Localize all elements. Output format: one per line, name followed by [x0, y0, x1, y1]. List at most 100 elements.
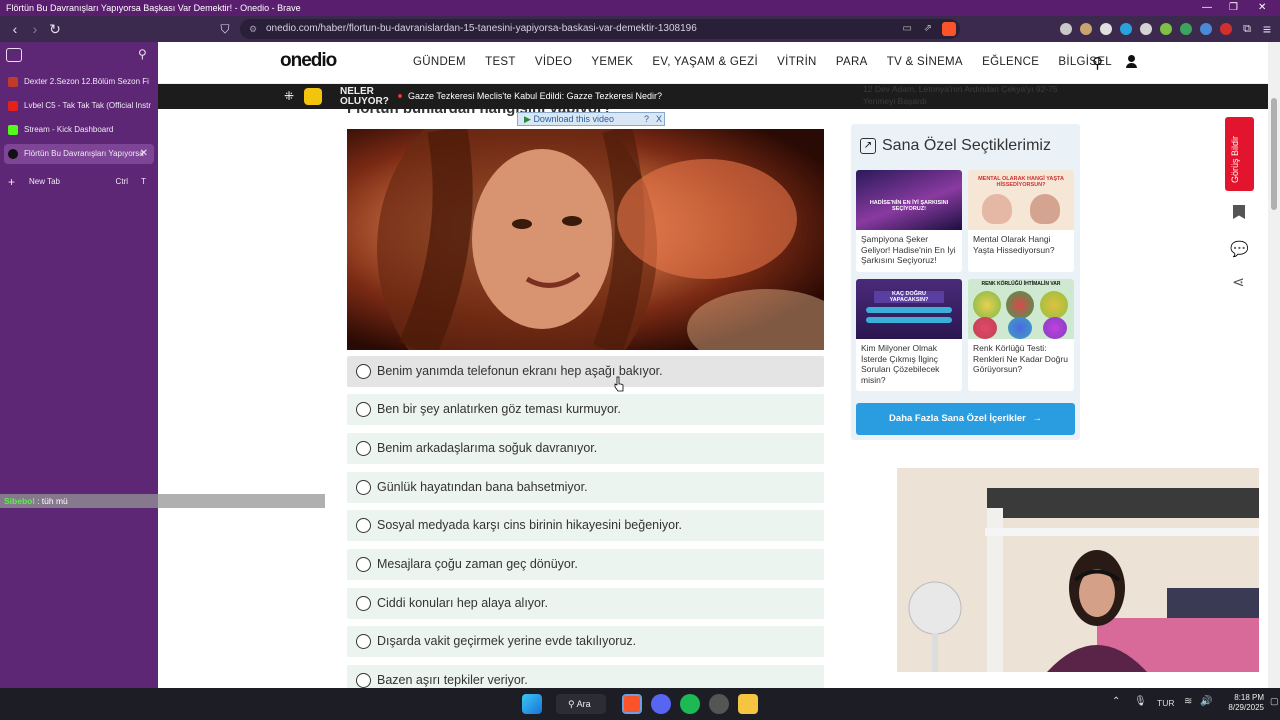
quiz-option[interactable]: Benim arkadaşlarıma soğuk davranıyor.	[347, 433, 824, 464]
share-icon[interactable]: ⋖	[1232, 273, 1245, 291]
recommendation-card[interactable]: HADİSE'NİN EN İYİ ŞARKISINI SEÇİYORUZ! Ş…	[856, 170, 962, 272]
spotify-icon[interactable]	[680, 694, 700, 714]
taskbar-search[interactable]: ⚲ Ara	[556, 694, 606, 714]
bookmark-save-icon[interactable]	[1233, 205, 1245, 219]
clock[interactable]: 8:18 PM 8/29/2025	[1220, 693, 1264, 713]
radio-button[interactable]	[356, 557, 371, 572]
forward-icon[interactable]: ›	[26, 20, 44, 38]
windows-start-icon[interactable]	[522, 694, 542, 714]
tab-favicon	[8, 77, 18, 87]
option-label: Ciddi konuları hep alaya alıyor.	[377, 596, 548, 610]
nav-tv-sinema[interactable]: TV & SİNEMA	[887, 56, 963, 68]
close-tab-icon[interactable]: ✕	[140, 144, 148, 164]
onedio-logo[interactable]: onedio	[280, 50, 337, 72]
nav-bilgisel[interactable]: BİLGİSEL	[1058, 56, 1112, 68]
new-tab-button[interactable]: + New Tab Ctrl T	[4, 172, 154, 192]
maximize-button[interactable]: ❐	[1229, 0, 1238, 16]
help-button[interactable]: ?	[644, 113, 649, 125]
obs-icon[interactable]	[709, 694, 729, 714]
close-window-button[interactable]: ✕	[1258, 0, 1266, 16]
card-thumbnail: RENK KÖRLÜĞÜ İHTİMALİN VAR	[968, 279, 1074, 339]
quiz-option[interactable]: Ben bir şey anlatırken göz teması kurmuy…	[347, 394, 824, 425]
reload-icon[interactable]: ↻	[46, 20, 64, 38]
scrollbar-thumb[interactable]	[1271, 98, 1277, 210]
extension-icon[interactable]	[1120, 23, 1132, 35]
quiz-option[interactable]: Günlük hayatından bana bahsetmiyor.	[347, 472, 824, 503]
microphone-icon[interactable]: 🎙	[1134, 696, 1147, 707]
more-content-button[interactable]: Daha Fazla Sana Özel İçerikler →	[856, 403, 1075, 435]
tab-search-icon[interactable]: ⚲	[138, 47, 147, 61]
radio-button[interactable]	[356, 518, 371, 533]
language-indicator[interactable]: TUR	[1157, 698, 1174, 708]
nav-yemek[interactable]: YEMEK	[591, 56, 633, 68]
chevron-up-icon[interactable]: ⌃	[1112, 696, 1120, 707]
user-icon[interactable]	[1126, 55, 1137, 68]
download-video-label[interactable]: Download this video	[533, 114, 614, 124]
extension-icon[interactable]	[1180, 23, 1192, 35]
webcam-overlay	[897, 468, 1259, 672]
extension-icon[interactable]	[1140, 23, 1152, 35]
quiz-option[interactable]: Mesajlara çoğu zaman geç dönüyor.	[347, 549, 824, 580]
feedback-button[interactable]: Görüş Bildir	[1225, 117, 1254, 191]
extension-icon[interactable]	[1080, 23, 1092, 35]
cast-icon[interactable]: ▭	[903, 19, 912, 39]
radio-button[interactable]	[356, 634, 371, 649]
site-info-icon[interactable]: ⚙	[249, 19, 257, 39]
video-download-overlay[interactable]: ▶ Download this video ? X	[517, 112, 665, 126]
radio-button[interactable]	[356, 364, 371, 379]
volume-icon[interactable]: 🔊	[1200, 696, 1212, 707]
address-bar[interactable]: ⚙ onedio.com/haber/flortun-bu-davranisla…	[240, 19, 960, 39]
page-scrollbar[interactable]	[1268, 42, 1280, 688]
window-title: Flörtün Bu Davranışları Yapıyorsa Başkas…	[6, 3, 301, 13]
ticker-headline[interactable]: Gazze Tezkeresi Meclis'te Kabul Edildi: …	[408, 91, 662, 101]
recommendation-card[interactable]: MENTAL OLARAK HANGİ YAŞTA HİSSEDİYORSUN?…	[968, 170, 1074, 272]
tab-item[interactable]: Stream - Kick Dashboard	[4, 120, 154, 140]
recommendation-card[interactable]: RENK KÖRLÜĞÜ İHTİMALİN VAR Renk Körlüğü …	[968, 279, 1074, 391]
comments-icon[interactable]: 💬	[1230, 240, 1249, 258]
nav-eglence[interactable]: EĞLENCE	[982, 56, 1039, 68]
quiz-option[interactable]: Dışarda vakit geçirmek yerine evde takıl…	[347, 626, 824, 657]
quiz-option[interactable]: Sosyal medyada karşı cins birinin hikaye…	[347, 510, 824, 541]
discord-icon[interactable]	[651, 694, 671, 714]
tab-item[interactable]: Lvbel C5 - Tak Tak Tak (Official Instr	[4, 96, 154, 116]
minimize-button[interactable]: —	[1202, 0, 1212, 16]
sidebar-toggle-icon[interactable]	[6, 48, 22, 62]
brave-taskbar-icon[interactable]	[622, 694, 642, 714]
radio-button[interactable]	[356, 596, 371, 611]
tab-item[interactable]: Dexter 2.Sezon 12.Bölüm Sezon Fi	[4, 72, 154, 92]
extension-icon[interactable]	[1160, 23, 1172, 35]
file-explorer-icon[interactable]	[738, 694, 758, 714]
close-overlay-button[interactable]: X	[656, 113, 662, 125]
nav-test[interactable]: TEST	[485, 56, 516, 68]
notification-icon[interactable]: ▢	[1270, 696, 1279, 707]
trending-headline[interactable]: 12 Dev Adam, Letonya'nın Ardından Çekya'…	[863, 83, 1083, 107]
search-icon[interactable]: ⚲	[1092, 54, 1103, 72]
radio-button[interactable]	[356, 480, 371, 495]
radio-button[interactable]	[356, 673, 371, 688]
quiz-option[interactable]: Bazen aşırı tepkiler veriyor.	[347, 665, 824, 688]
quiz-option[interactable]: Ciddi konuları hep alaya alıyor.	[347, 588, 824, 619]
nav-video[interactable]: VİDEO	[535, 56, 572, 68]
menu-icon[interactable]: ≡	[1258, 20, 1276, 38]
extension-icon[interactable]	[1220, 23, 1232, 35]
tab-item-active[interactable]: Flörtün Bu Davranışları Yapıyorsa ✕	[4, 144, 154, 164]
url-text: onedio.com/haber/flortun-bu-davranislard…	[266, 23, 697, 34]
nav-ev-yasam-gezi[interactable]: EV, YAŞAM & GEZİ	[652, 56, 758, 68]
nav-vitrin[interactable]: VİTRİN	[777, 56, 817, 68]
extension-icon[interactable]	[1200, 23, 1212, 35]
extension-icon[interactable]	[1100, 23, 1112, 35]
brave-shields-icon[interactable]	[942, 22, 956, 36]
recommendation-card[interactable]: KAÇ DOĞRU YAPACAKSIN? Kim Milyoner Olmak…	[856, 279, 962, 391]
extension-icon[interactable]	[1060, 23, 1072, 35]
radio-button[interactable]	[356, 441, 371, 456]
radio-button[interactable]	[356, 402, 371, 417]
nav-gundem[interactable]: GÜNDEM	[413, 56, 466, 68]
share-icon[interactable]: ⇗	[924, 19, 932, 39]
wifi-icon[interactable]: ≋	[1184, 696, 1192, 707]
extensions-puzzle-icon[interactable]: ⧉	[1238, 20, 1256, 38]
bookmark-icon[interactable]: ⛉	[216, 20, 234, 38]
grid-icon[interactable]: ⁜	[284, 89, 294, 103]
nav-para[interactable]: PARA	[836, 56, 868, 68]
quiz-option[interactable]: Benim yanımda telefonun ekranı hep aşağı…	[347, 356, 824, 387]
back-icon[interactable]: ‹	[6, 20, 24, 38]
